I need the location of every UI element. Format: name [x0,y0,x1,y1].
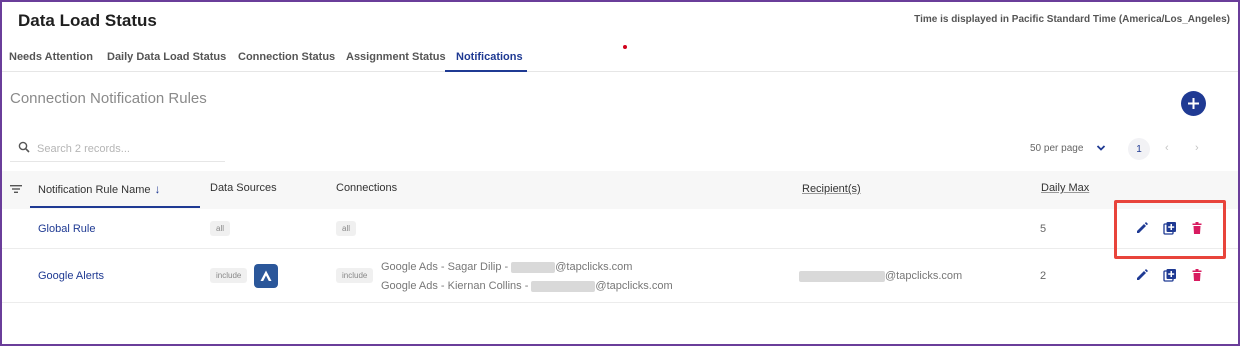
data-sources-mode-badge: all [210,221,231,236]
trash-icon[interactable] [1190,221,1204,235]
column-header-connections[interactable]: Connections [336,182,397,194]
copy-add-icon[interactable] [1163,221,1177,235]
filter-icon[interactable] [10,184,22,194]
column-header-recipients[interactable]: Recipient(s) [802,183,861,195]
data-sources-cell: include [210,268,248,283]
chevron-down-icon[interactable] [1096,144,1106,152]
recipient-item: @tapclicks.com [799,270,962,282]
connections-cell: all [336,221,357,236]
section-title: Connection Notification Rules [10,90,207,107]
sort-arrow-down-icon: ↓ [154,182,161,196]
connection-name: Google Ads - Kiernan Collins - [381,280,532,292]
prev-page-button[interactable]: ‹ [1165,142,1169,154]
tab-bar: Needs Attention Daily Data Load Status C… [2,42,1238,72]
connection-item: Google Ads - Kiernan Collins - @tapclick… [381,280,673,292]
column-header-rule-name[interactable]: Notification Rule Name ↓ [38,182,161,196]
connection-item: Google Ads - Sagar Dilip - @tapclicks.co… [381,261,632,273]
column-header-data-sources[interactable]: Data Sources [210,182,277,194]
rule-name-link[interactable]: Global Rule [38,223,95,235]
tab-daily-data-load-status[interactable]: Daily Data Load Status [107,51,226,63]
daily-max-value: 5 [1040,223,1047,235]
page-title: Data Load Status [18,11,157,30]
connections-mode-badge: include [336,268,374,283]
tab-needs-attention[interactable]: Needs Attention [9,51,93,63]
redacted-email [799,270,885,282]
connections-cell: include [336,268,374,283]
daily-max-value: 2 [1040,270,1047,282]
tab-notifications[interactable]: Notifications [456,51,523,63]
active-tab-indicator [445,70,527,72]
table-row: Google Alerts include include Google Ads… [2,249,1238,303]
next-page-button[interactable]: › [1195,142,1199,154]
table-row: Global Rule all all 5 [2,209,1238,249]
data-sources-mode-badge: include [210,268,248,283]
notification-dot [623,45,627,49]
sorted-column-indicator [30,206,200,208]
search-icon [18,141,30,153]
timezone-note: Time is displayed in Pacific Standard Ti… [914,14,1230,25]
rule-name-link[interactable]: Google Alerts [38,270,104,282]
connection-email-domain: @tapclicks.com [555,261,633,273]
data-sources-cell: all [210,221,231,236]
recipient-email-domain: @tapclicks.com [885,270,963,282]
pencil-icon[interactable] [1135,221,1149,235]
window-frame: Data Load Status Time is displayed in Pa… [0,0,1240,346]
redacted-email [531,280,596,292]
copy-add-icon[interactable] [1163,268,1177,282]
column-header-daily-max[interactable]: Daily Max [1041,182,1089,194]
tab-connection-status[interactable]: Connection Status [238,51,335,63]
trash-icon[interactable] [1190,268,1204,282]
connection-name: Google Ads - Sagar Dilip - [381,261,512,273]
search-input[interactable] [37,140,222,158]
plus-icon [1188,98,1199,109]
search-box [10,138,225,162]
connections-mode-badge: all [336,221,357,236]
tab-assignment-status[interactable]: Assignment Status [346,51,446,63]
redacted-email [511,261,556,273]
google-ads-logo-icon [254,264,278,288]
table-header: Notification Rule Name ↓ Data Sources Con… [2,171,1238,209]
column-header-rule-name-label: Notification Rule Name [38,184,151,196]
pencil-icon[interactable] [1135,268,1149,282]
per-page-select[interactable]: 50 per page [1030,143,1083,154]
add-rule-button[interactable] [1181,91,1206,116]
connection-email-domain: @tapclicks.com [595,280,673,292]
page-number-button[interactable]: 1 [1128,138,1150,160]
